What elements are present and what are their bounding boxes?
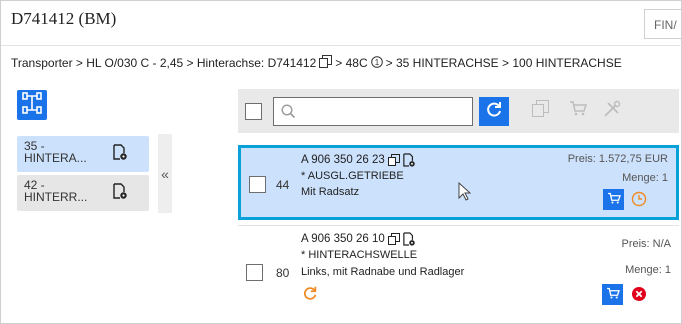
refresh-icon: [485, 100, 503, 123]
unavailable-icon: [632, 287, 646, 306]
row-checkbox[interactable]: [246, 264, 263, 281]
document-settings-icon[interactable]: [403, 232, 415, 246]
position-number: 80: [276, 266, 290, 280]
part-number: A 906 350 26 10: [301, 232, 415, 246]
part-row[interactable]: 80 A 906 350 26 10 * HINTERACHSWELLE Lin…: [238, 225, 679, 311]
cart-icon[interactable]: [569, 100, 588, 121]
part-row-selected[interactable]: 44 A 906 350 26 23 * AUSGL.GETRIEBE Mit …: [238, 145, 679, 220]
add-to-cart-button[interactable]: [602, 284, 623, 305]
chevron-double-left-icon: «: [161, 165, 169, 182]
mouse-cursor-icon: [458, 181, 472, 207]
breadcrumb-path: Transporter > HL O/030 C - 2,45 > Hinter…: [11, 56, 317, 70]
copy-icon[interactable]: [387, 154, 400, 166]
parts-toolbar: [238, 89, 679, 133]
search-icon: [281, 104, 296, 123]
part-quantity: Menge: 1: [625, 264, 671, 276]
document-settings-icon[interactable]: [113, 144, 127, 162]
app-window: D741412 (BM) FIN/ Transporter > HL O/030…: [0, 0, 682, 324]
collapse-sidebar-button[interactable]: «: [158, 134, 172, 213]
breadcrumb-group: > 35 HINTERACHSE > 100 HINTERACHSE: [385, 56, 622, 70]
part-number: A 906 350 26 23: [301, 153, 415, 167]
page-title: D741412 (BM): [11, 9, 117, 28]
position-number: 44: [276, 178, 290, 192]
add-to-cart-button[interactable]: [603, 189, 624, 210]
document-settings-icon[interactable]: [113, 183, 127, 201]
info-icon[interactable]: 1: [370, 55, 383, 71]
svg-text:1: 1: [374, 58, 379, 67]
sidebar-item-hinterachse[interactable]: 35 - HINTERA...: [17, 136, 149, 172]
part-price: Preis: 1.572,75 EUR: [567, 153, 668, 165]
copy-icon[interactable]: [387, 233, 400, 245]
tools-icon[interactable]: [603, 100, 621, 123]
sidebar-item-label: HINTERA...: [24, 151, 87, 165]
clock-icon: [631, 191, 647, 212]
cart-icon: [607, 191, 621, 209]
part-description: Mit Radsatz: [301, 186, 360, 198]
sidebar-item-label: HINTERR...: [24, 190, 88, 204]
part-number-text: A 906 350 26 23: [301, 154, 385, 166]
axle-icon: [22, 91, 42, 119]
part-price: Preis: N/A: [621, 238, 671, 250]
cart-icon: [606, 286, 620, 304]
refresh-button[interactable]: [479, 97, 509, 126]
select-all-checkbox[interactable]: [245, 103, 262, 120]
copy-icon[interactable]: [532, 100, 549, 122]
sidebar-item-hinterrad[interactable]: 42 - HINTERR...: [17, 175, 149, 211]
part-number-text: A 906 350 26 10: [301, 233, 385, 245]
part-name: * HINTERACHSWELLE: [301, 249, 418, 261]
part-description: Links, mit Radnabe und Radlager: [301, 266, 465, 278]
search-field[interactable]: [273, 97, 473, 126]
row-checkbox[interactable]: [249, 176, 266, 193]
part-quantity: Menge: 1: [622, 172, 668, 184]
search-input[interactable]: [302, 102, 467, 122]
axle-diagram-button[interactable]: [17, 90, 47, 120]
refresh-icon[interactable]: [302, 285, 318, 306]
copy-icon[interactable]: [319, 55, 333, 71]
breadcrumb: Transporter > HL O/030 C - 2,45 > Hinter…: [11, 55, 622, 71]
fin-input[interactable]: FIN/: [644, 9, 682, 39]
document-settings-icon[interactable]: [403, 153, 415, 167]
header-divider: [1, 45, 682, 46]
breadcrumb-code: > 48C: [335, 56, 368, 70]
part-name: * AUSGL.GETRIEBE: [301, 170, 404, 182]
